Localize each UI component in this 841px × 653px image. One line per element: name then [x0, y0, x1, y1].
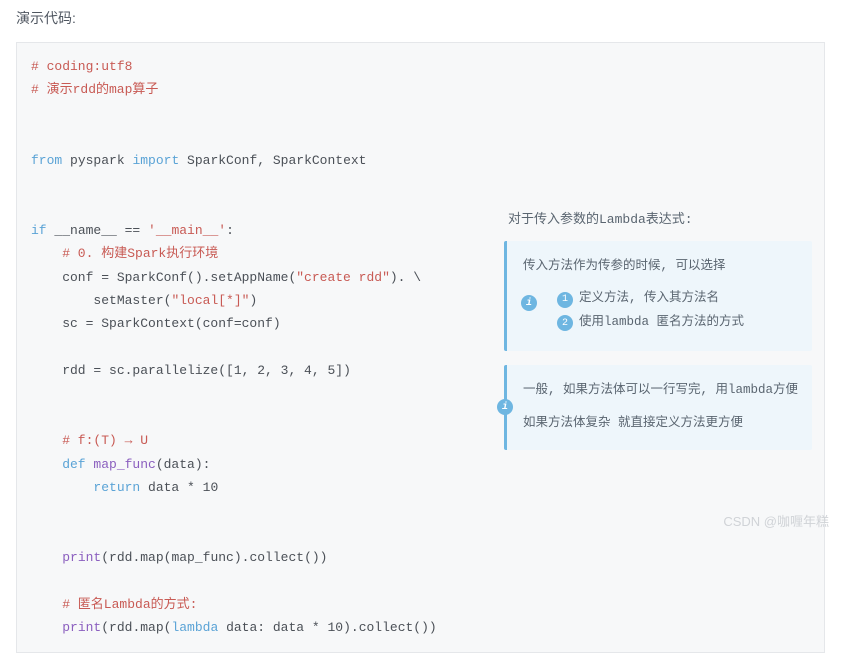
text: (data):	[156, 457, 211, 472]
comment: # 演示rdd的map算子	[31, 82, 158, 97]
function-name: print	[62, 620, 101, 635]
text: (rdd.map(	[101, 620, 171, 635]
text: setMaster(	[31, 293, 171, 308]
keyword: from	[31, 153, 62, 168]
string: '__main__'	[140, 223, 226, 238]
callout-option: 2 使用lambda 匿名方法的方式	[557, 311, 798, 335]
keyword: import	[132, 153, 179, 168]
comment: # f:(T) → U	[31, 433, 148, 448]
callout-panel: 对于传入参数的Lambda表达式: 传入方法作为传参的时候, 可以选择 i 1定…	[504, 208, 812, 464]
text: 使用lambda 匿名方法的方式	[579, 315, 744, 329]
keyword: return	[31, 480, 140, 495]
text: SparkConf, SparkContext	[179, 153, 366, 168]
text: ).collect())	[343, 620, 437, 635]
comment: # 0. 构建Spark执行环境	[31, 246, 218, 261]
string: "local[*]"	[171, 293, 249, 308]
code-line: # coding:utf8	[31, 55, 810, 78]
badge-2-icon: 2	[557, 315, 573, 331]
operator: ==	[125, 223, 141, 238]
indent	[31, 620, 62, 635]
text: __name__	[47, 223, 125, 238]
text: 定义方法, 传入其方法名	[579, 291, 719, 305]
function-name: map_func	[86, 457, 156, 472]
code-line: return data * 10	[31, 476, 810, 499]
comment: # 匿名Lambda的方式:	[31, 597, 197, 612]
text: ). \	[390, 270, 421, 285]
page-title: 演示代码:	[0, 0, 841, 36]
callout-box-1: 传入方法作为传参的时候, 可以选择 i 1定义方法, 传入其方法名 2使用lam…	[504, 241, 812, 350]
code-line: # 演示rdd的map算子	[31, 78, 810, 101]
text: :	[226, 223, 234, 238]
text: )	[249, 293, 257, 308]
info-icon: i	[497, 399, 513, 415]
text: (rdd.map(map_func).collect())	[101, 550, 327, 565]
code-line: from pyspark import SparkConf, SparkCont…	[31, 149, 810, 172]
text: rdd = sc.parallelize([	[31, 363, 234, 378]
text: ])	[335, 363, 351, 378]
keyword: lambda	[171, 620, 218, 635]
keyword: def	[31, 457, 86, 472]
indent	[31, 550, 62, 565]
text: conf = SparkConf().setAppName(	[31, 270, 296, 285]
string: "create rdd"	[296, 270, 390, 285]
code-line: print(rdd.map(lambda data: data * 10).co…	[31, 616, 810, 639]
callout-option: 1 定义方法, 传入其方法名	[557, 287, 798, 311]
keyword: if	[31, 223, 47, 238]
number: 10	[327, 620, 343, 635]
callout-title: 对于传入参数的Lambda表达式:	[504, 208, 812, 231]
code-line: # 匿名Lambda的方式:	[31, 593, 810, 616]
text: data: data *	[218, 620, 327, 635]
callout-text: 传入方法作为传参的时候, 可以选择	[523, 255, 798, 279]
text: pyspark	[62, 153, 132, 168]
code-block: # coding:utf8 # 演示rdd的map算子 from pyspark…	[16, 42, 825, 653]
badge-1-icon: 1	[557, 292, 573, 308]
function-name: print	[62, 550, 101, 565]
code-line: print(rdd.map(map_func).collect())	[31, 546, 810, 569]
callout-text: 如果方法体复杂 就直接定义方法更方便	[523, 412, 798, 436]
watermark: CSDN @咖喱年糕	[723, 511, 829, 530]
callout-text: 一般, 如果方法体可以一行写完, 用lambda方便	[523, 379, 798, 403]
callout-box-2: i 一般, 如果方法体可以一行写完, 用lambda方便 如果方法体复杂 就直接…	[504, 365, 812, 451]
number: 10	[203, 480, 219, 495]
numbers: 1, 2, 3, 4, 5	[234, 363, 335, 378]
text: sc = SparkContext(conf=conf)	[31, 316, 281, 331]
comment: # coding:utf8	[31, 59, 132, 74]
text: data *	[140, 480, 202, 495]
